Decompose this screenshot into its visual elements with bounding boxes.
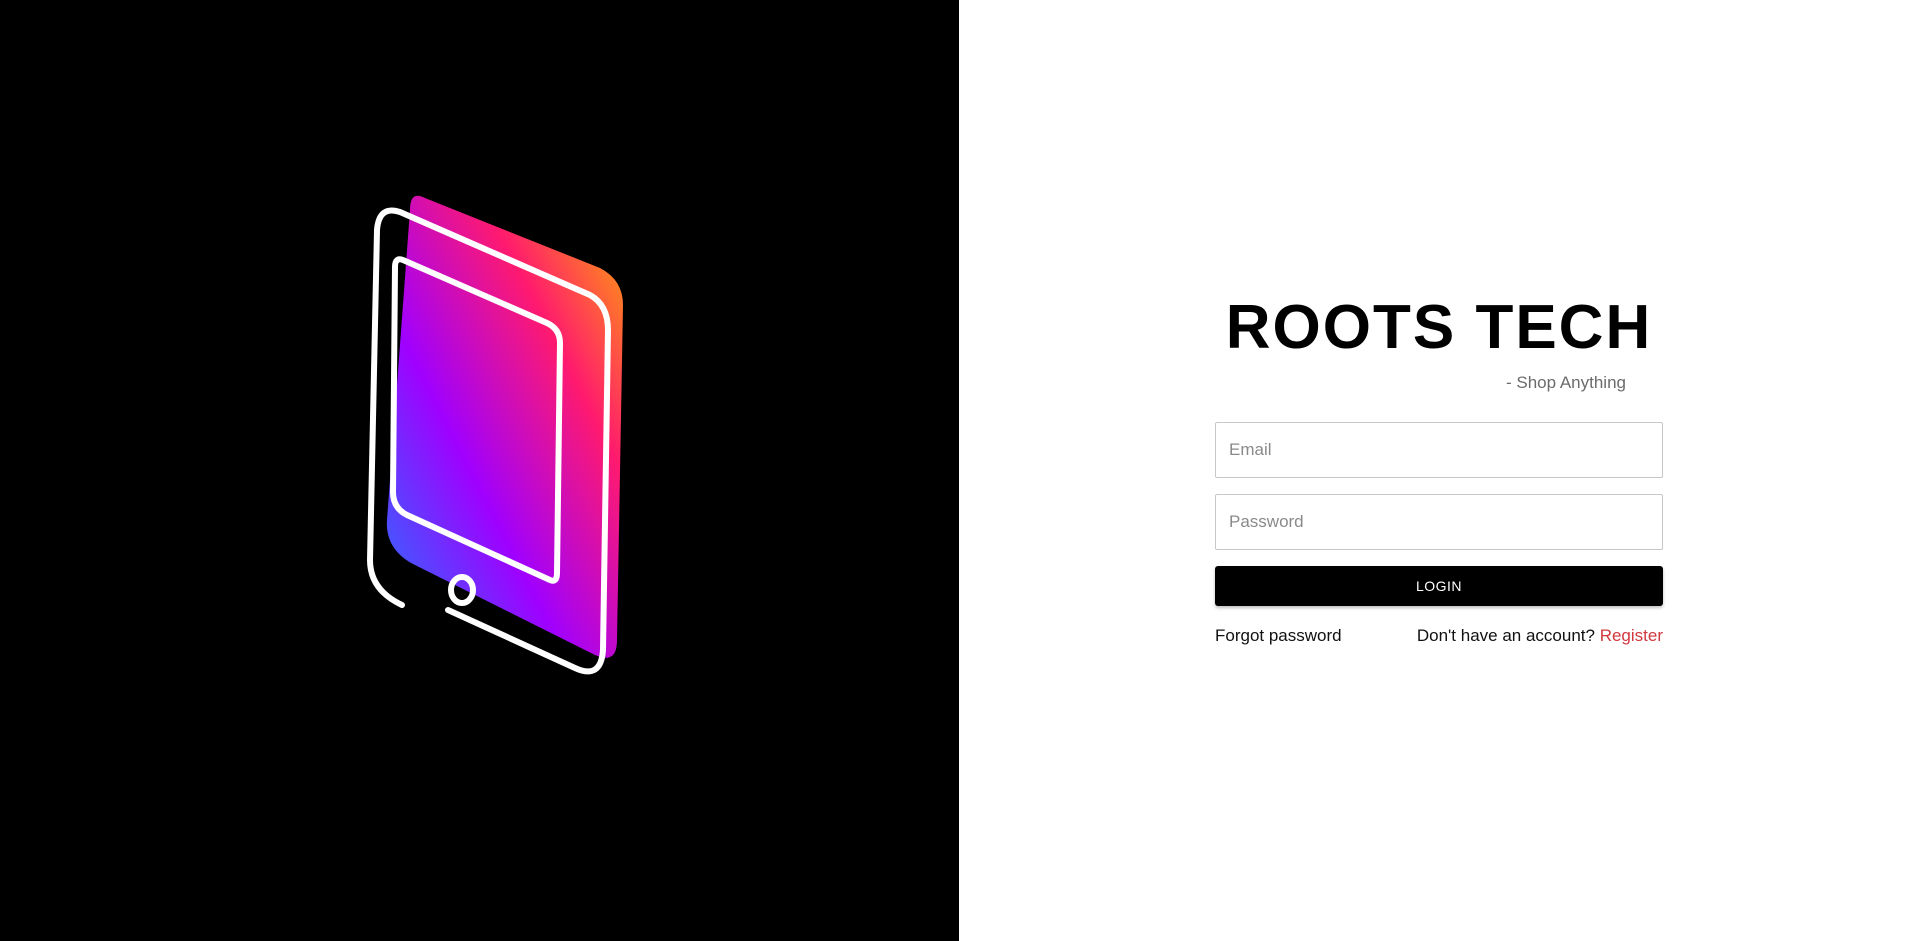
- email-input[interactable]: [1215, 422, 1663, 478]
- register-prompt: Don't have an account? Register: [1417, 626, 1663, 646]
- hero-panel: [0, 0, 959, 941]
- login-page: ROOTS TECH - Shop Anything LOGIN Forgot …: [0, 0, 1919, 941]
- brand-title: ROOTS TECH: [1225, 293, 1653, 362]
- login-button[interactable]: LOGIN: [1215, 566, 1663, 606]
- password-input[interactable]: [1215, 494, 1663, 550]
- register-link[interactable]: Register: [1600, 626, 1663, 645]
- auth-links-row: Forgot password Don't have an account? R…: [1215, 626, 1663, 646]
- brand-tagline: - Shop Anything: [1505, 373, 1626, 392]
- no-account-text: Don't have an account?: [1416, 626, 1595, 645]
- login-form: ROOTS TECH - Shop Anything LOGIN Forgot …: [1215, 290, 1663, 646]
- login-panel: ROOTS TECH - Shop Anything LOGIN Forgot …: [959, 0, 1919, 941]
- forgot-password-link[interactable]: Forgot password: [1215, 626, 1342, 646]
- tablet-icon: [367, 195, 623, 675]
